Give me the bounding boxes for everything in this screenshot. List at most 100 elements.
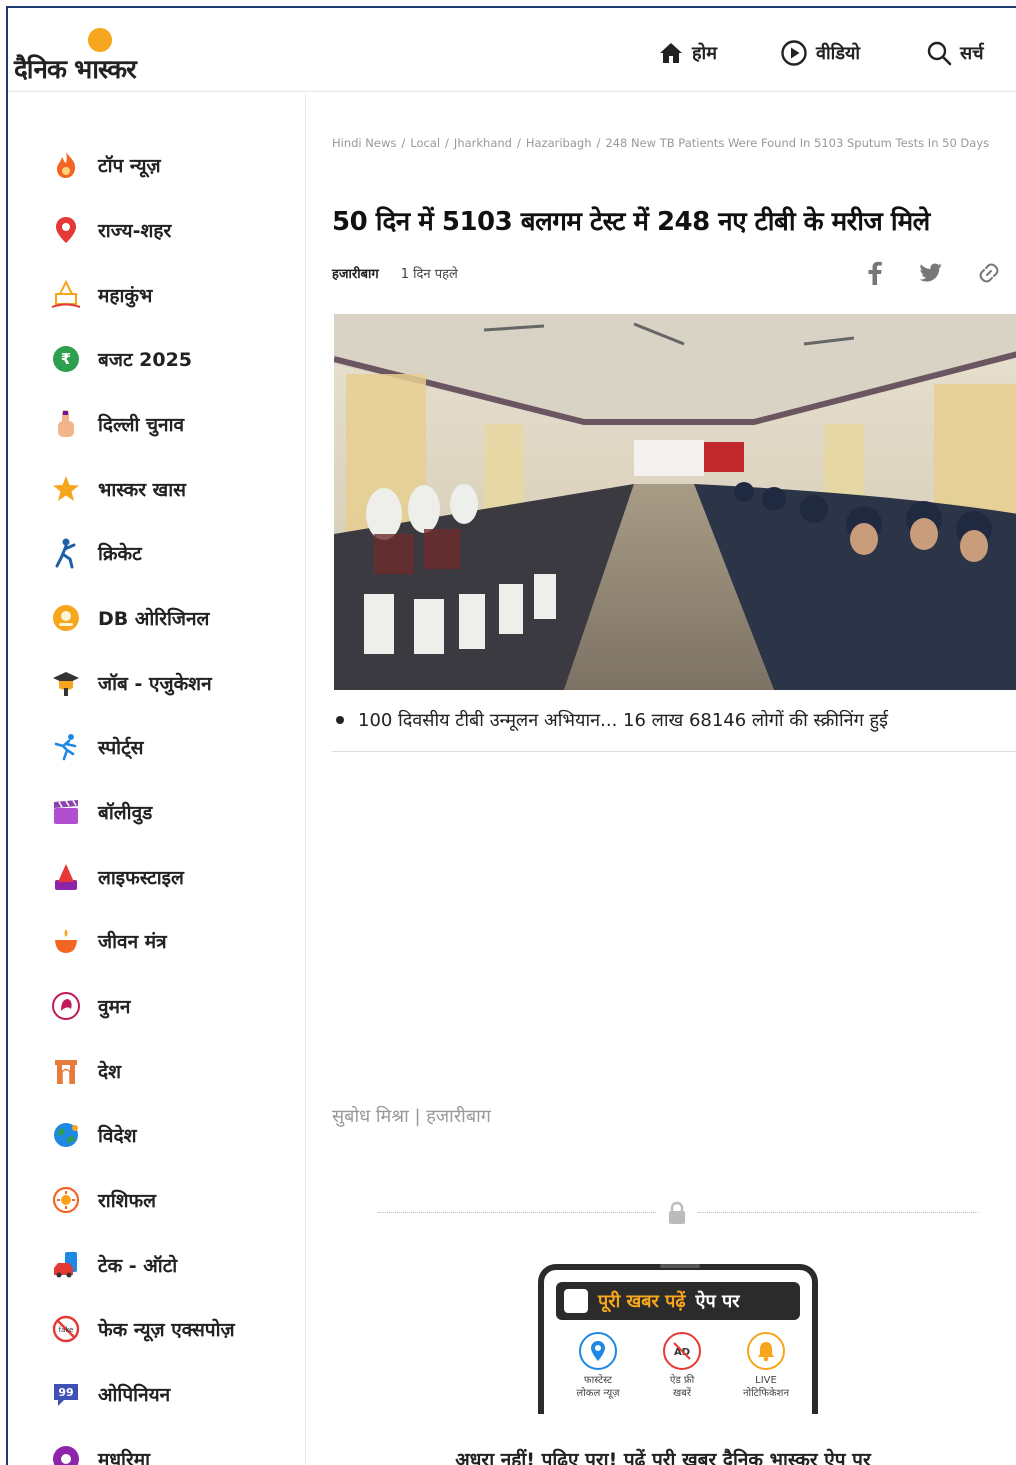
sidebar-item-label: टॉप न्यूज़: [98, 155, 161, 177]
feature-label-line1: ऐड फ्री: [669, 1375, 695, 1386]
nav-video-label: वीडियो: [816, 43, 861, 64]
paywall-divider: [378, 1198, 978, 1228]
graduation-icon: [48, 665, 84, 701]
breadcrumb-link[interactable]: Local: [410, 136, 440, 150]
sidebar-item-label: टेक - ऑटो: [98, 1255, 178, 1277]
sidebar-item-label: फेक न्यूज़ एक्सपोज़: [98, 1319, 235, 1341]
feature-label-line2: नोटिफिकेशन: [742, 1388, 790, 1399]
feature-label-line1: फास्टेस्ट: [583, 1375, 613, 1386]
ad-free-icon: AD: [663, 1332, 701, 1370]
sidebar-item-label: लाइफस्टाइल: [98, 867, 184, 889]
sidebar-item-fake-news-expose[interactable]: fake फेक न्यूज़ एक्सपोज़: [48, 1309, 235, 1349]
article-byline: सुबोध मिश्रा | हजारीबाग: [332, 1106, 491, 1127]
sidebar-item-rashifal[interactable]: राशिफल: [48, 1180, 156, 1220]
breadcrumb-link[interactable]: Jharkhand: [454, 136, 512, 150]
sidebar-item-label: मधुरिमा: [98, 1449, 151, 1465]
sidebar-item-lifestyle[interactable]: लाइफस्टाइल: [48, 857, 184, 897]
nav-search[interactable]: सर्च: [926, 38, 984, 68]
temple-icon: [48, 277, 84, 313]
sidebar-item-bollywood[interactable]: बॉलीवुड: [48, 792, 152, 832]
svg-text:₹: ₹: [61, 350, 71, 368]
nav-search-label: सर्च: [960, 43, 984, 64]
promo-feature-ad-free: AD ऐड फ्री खबरें: [640, 1332, 724, 1400]
woman-icon: [48, 988, 84, 1024]
bell-icon: [747, 1332, 785, 1370]
sidebar-item-top-news[interactable]: टॉप न्यूज़: [48, 145, 161, 185]
sidebar-item-job-education[interactable]: जॉब - एजुकेशन: [48, 663, 212, 703]
copy-link-button[interactable]: [976, 260, 1002, 286]
lifestyle-icon: [48, 859, 84, 895]
svg-text:fake: fake: [59, 1326, 74, 1334]
breadcrumb-link[interactable]: Hindi News: [332, 136, 396, 150]
sidebar-item-bhaskar-khas[interactable]: भास्कर खास: [48, 469, 186, 509]
sidebar-item-sports[interactable]: स्पोर्ट्स: [48, 727, 144, 767]
nav-home[interactable]: होम: [658, 38, 717, 68]
dainik-bhaskar-app-icon: [564, 1289, 588, 1313]
article-location: हजारीबाग: [332, 267, 379, 282]
sidebar-item-budget[interactable]: ₹ बजट 2025: [48, 339, 192, 379]
sidebar-item-cricket[interactable]: क्रिकेट: [48, 533, 142, 573]
article-photo: [334, 314, 1016, 690]
app-cta-text[interactable]: अधूरा नहीं! पढ़िए पूरा! पढ़ें पूरी खबर द…: [308, 1446, 1016, 1465]
facebook-icon: [868, 261, 882, 285]
promo-title-highlight: पूरी खबर पढ़ें: [598, 1291, 686, 1312]
divider-line: [698, 1212, 978, 1213]
diya-icon: [48, 923, 84, 959]
sidebar-item-label: क्रिकेट: [98, 543, 142, 565]
location-icon: [579, 1332, 617, 1370]
app-promo-phone[interactable]: पूरी खबर पढ़ें ऐप पर फास्टेस्ट लोकल न्यू…: [538, 1264, 818, 1414]
promo-feature-local-news: फास्टेस्ट लोकल न्यूज़: [556, 1332, 640, 1400]
sidebar-item-label: बजट 2025: [98, 349, 193, 371]
caption-text: 100 दिवसीय टीबी उन्मूलन अभियान... 16 लाख…: [358, 710, 888, 731]
facebook-share-button[interactable]: [862, 260, 888, 286]
site-logo[interactable]: दैनिक भास्कर: [14, 22, 184, 85]
sidebar-item-label: देश: [98, 1061, 122, 1083]
sidebar-item-label: जॉब - एजुकेशन: [98, 673, 212, 695]
sidebar-item-mahakumbh[interactable]: महाकुंभ: [48, 275, 152, 315]
home-icon: [660, 43, 682, 63]
location-pin-icon: [48, 212, 84, 248]
photo-caption: 100 दिवसीय टीबी उन्मूलन अभियान... 16 लाख…: [332, 708, 1016, 752]
feature-label-line2: लोकल न्यूज़: [576, 1388, 620, 1399]
sidebar-item-jeevan-mantra[interactable]: जीवन मंत्र: [48, 921, 167, 961]
sidebar-item-delhi-chunav[interactable]: दिल्ली चुनाव: [48, 404, 184, 444]
sidebar-item-label: वुमन: [98, 996, 131, 1018]
cricket-player-icon: [48, 535, 84, 571]
sidebar-item-label: बॉलीवुड: [98, 802, 153, 824]
article-time: 1 दिन पहले: [400, 267, 458, 282]
caption-bullet: [336, 716, 344, 724]
fire-icon: [48, 147, 84, 183]
phone-notch: [660, 1264, 700, 1268]
app-promo-banner[interactable]: पूरी खबर पढ़ें ऐप पर: [556, 1282, 800, 1320]
breadcrumb: Hindi News / Local / Jharkhand / Hazaribagh/24…: [332, 136, 990, 150]
sidebar-item-tech-auto[interactable]: टेक - ऑटो: [48, 1245, 177, 1285]
star-icon: [48, 471, 84, 507]
sidebar-item-db-original[interactable]: DB ओरिजिनल: [48, 598, 209, 638]
classroom-photo: [334, 314, 1016, 690]
lock-icon: [669, 1201, 685, 1224]
sidebar-item-opinion[interactable]: 99 ओपिनियन: [48, 1374, 170, 1414]
logo-sun-icon: [88, 28, 112, 52]
breadcrumb-link[interactable]: Hazaribagh: [526, 136, 592, 150]
sidebar-item-madhurima[interactable]: मधुरिमा: [48, 1439, 150, 1465]
search-icon: [927, 41, 952, 66]
twitter-share-button[interactable]: [918, 260, 944, 286]
sidebar-item-label: भास्कर खास: [98, 479, 186, 501]
logo-text: दैनिक भास्कर: [14, 55, 137, 85]
sidebar-item-label: राज्य-शहर: [98, 220, 172, 242]
voting-finger-icon: [48, 406, 84, 442]
nav-home-label: होम: [692, 43, 717, 64]
clapperboard-icon: [48, 794, 84, 830]
svg-text:99: 99: [58, 1386, 73, 1399]
browser-frame: दैनिक भास्कर होम वीडियो सर्च टॉप न्यूज़ …: [6, 6, 1016, 1465]
fake-news-icon: fake: [48, 1311, 84, 1347]
sidebar-item-label: जीवन मंत्र: [98, 931, 167, 953]
site-header: दैनिक भास्कर होम वीडियो सर्च: [8, 8, 1016, 92]
sidebar-item-rajya-shahar[interactable]: राज्य-शहर: [48, 210, 171, 250]
nav-video[interactable]: वीडियो: [780, 38, 860, 68]
sidebar-item-desh[interactable]: देश: [48, 1051, 121, 1091]
sidebar-item-videsh[interactable]: विदेश: [48, 1115, 137, 1155]
sidebar-item-woman[interactable]: वुमन: [48, 986, 130, 1026]
tech-auto-icon: [48, 1247, 84, 1283]
madhurima-icon: [48, 1441, 84, 1465]
